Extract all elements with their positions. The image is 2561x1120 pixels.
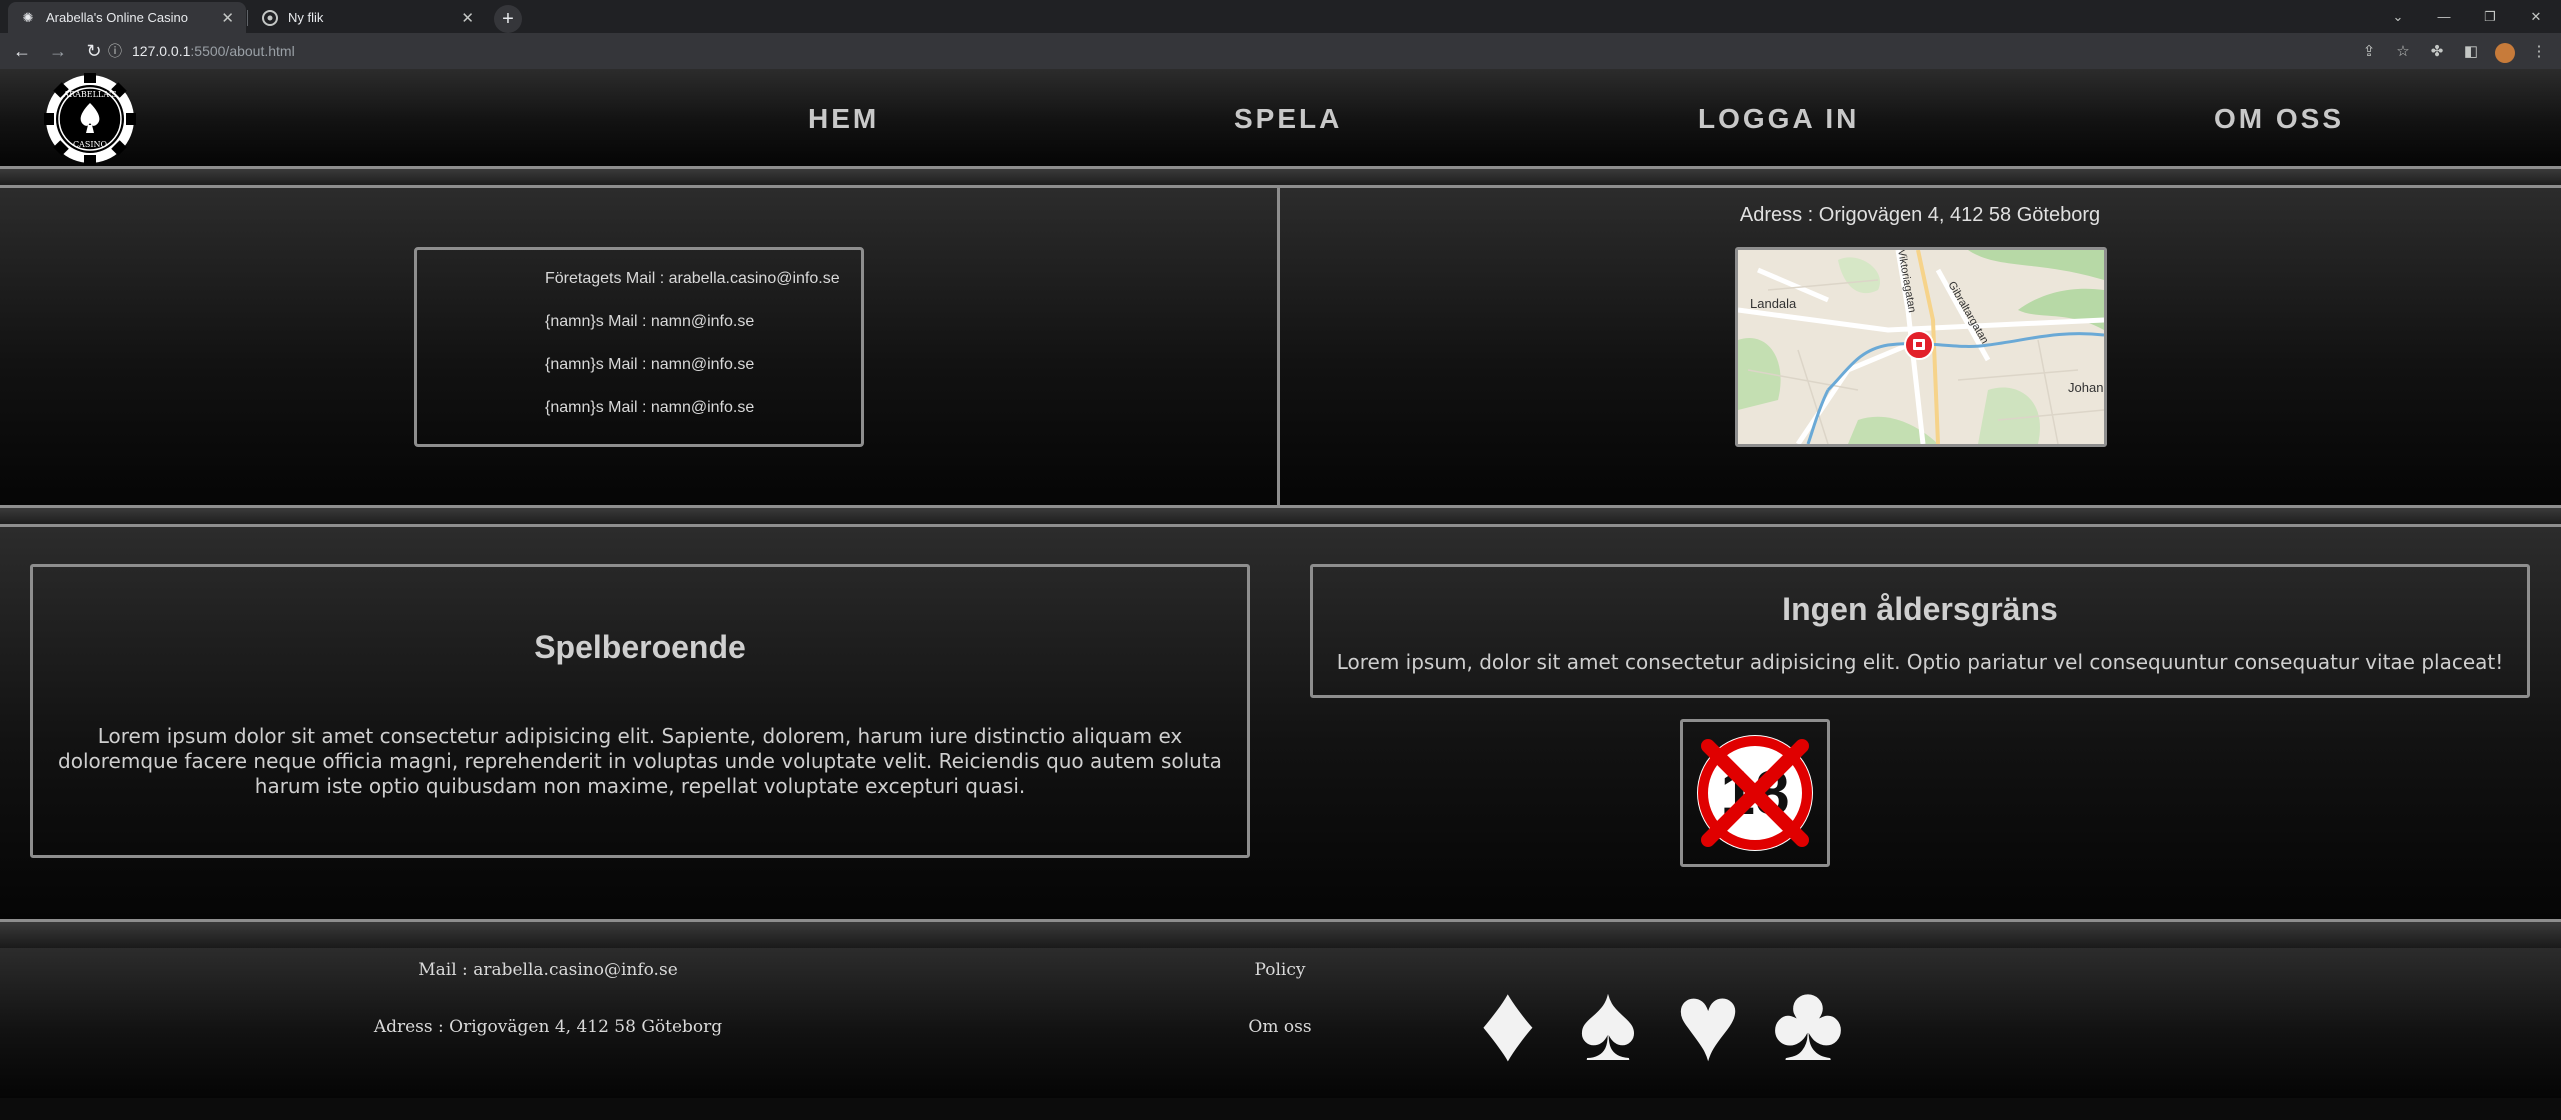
profile-avatar[interactable] [2491,37,2519,65]
site-footer: Mail : arabella.casino@info.se Adress : … [0,948,2561,1098]
site-header: ARABELLA'S CASINO HEM SPELA LOGGA IN OM … [0,69,2561,169]
close-tab-icon[interactable]: ✕ [221,9,234,27]
bookmark-star-icon[interactable]: ☆ [2389,37,2417,65]
browser-tabstrip: ✺ Arabella's Online Casino ✕ Ny flik ✕ +… [0,0,2561,33]
staff-mail: {namn}s Mail : namn@info.se [545,399,755,416]
toolbar-actions: ⇪ ☆ ✤ ◧ ⋮ [2355,37,2553,65]
addiction-text: Lorem ipsum dolor sit amet consectetur a… [58,724,1222,798]
contact-mails-column: Företagets Mail : arabella.casino@info.s… [0,188,1280,505]
address-bar[interactable]: ⓘ 127.0.0.1:5500/about.html [108,37,2381,65]
url-path: :5500/about.html [190,43,295,59]
minimize-icon[interactable]: — [2421,0,2467,33]
url-host: 127.0.0.1 [132,43,191,59]
address-heading: Adress : Origovägen 4, 412 58 Göteborg [1739,204,2101,226]
close-tab-icon[interactable]: ✕ [461,9,474,27]
menu-kebab-icon[interactable]: ⋮ [2525,37,2553,65]
nav-link-play[interactable]: SPELA [1234,103,1342,135]
nav-link-login[interactable]: LOGGA IN [1698,103,1859,135]
mail-list-box: Företagets Mail : arabella.casino@info.s… [414,247,864,447]
nav-link-about[interactable]: OM OSS [2214,103,2344,135]
side-panel-icon[interactable]: ◧ [2457,37,2485,65]
casino-favicon-icon: ✺ [22,9,34,25]
diamond-icon: ♦ [1479,961,1537,1084]
company-mail: Företagets Mail : arabella.casino@info.s… [545,270,840,287]
staff-mail: {namn}s Mail : namn@info.se [545,313,755,330]
age-limit-card: Ingen åldersgräns Lorem ipsum, dolor sit… [1310,564,2530,698]
forward-icon[interactable]: → [44,37,72,65]
browser-toolbar: ← → ↻ ⓘ 127.0.0.1:5500/about.html ⇪ ☆ ✤ … [0,33,2561,69]
tab-title: Ny flik [288,10,324,25]
browser-tab-inactive[interactable]: Ny flik ✕ [250,2,486,33]
footer-policy-link[interactable]: Policy [1255,960,1306,980]
info-section: Spelberoende Lorem ipsum dolor sit amet … [0,527,2561,922]
site-info-icon[interactable]: ⓘ [108,41,122,61]
main-nav: HEM SPELA LOGGA IN OM OSS [0,69,2561,169]
staff-mail: {namn}s Mail : namn@info.se [545,356,755,373]
location-map[interactable]: Landala Johan Gibraltargatan Viktoriagat… [1735,247,2107,447]
heart-icon: ♥ [1675,961,1741,1084]
tab-title: Arabella's Online Casino [46,10,188,25]
browser-tab-active[interactable]: ✺ Arabella's Online Casino ✕ [8,2,246,33]
share-icon[interactable]: ⇪ [2355,37,2383,65]
restore-icon[interactable]: ❐ [2467,0,2513,33]
map-label-johan: Johan [2068,380,2103,395]
footer-mail: Mail : arabella.casino@info.se [418,960,678,980]
new-tab-button[interactable]: + [494,5,522,33]
spade-icon: ♠ [1578,961,1638,1084]
extensions-icon[interactable]: ✤ [2423,37,2451,65]
back-icon[interactable]: ← [8,37,36,65]
age-limit-title: Ingen åldersgräns [1782,591,2058,627]
no-age-limit-badge: 18 [1680,719,1830,867]
footer-about-link[interactable]: Om oss [1248,1017,1311,1037]
section-divider [0,508,2561,527]
section-divider [0,169,2561,188]
footer-address: Adress : Origovägen 4, 412 58 Göteborg [373,1017,723,1037]
addiction-card: Spelberoende Lorem ipsum dolor sit amet … [30,564,1250,858]
crossed-18-icon: 18 [1697,735,1813,851]
chrome-favicon-icon [262,9,278,26]
age-limit-text: Lorem ipsum, dolor sit amet consectetur … [1336,650,2504,674]
card-suits: ♦ ♠ ♥ ♣ [1464,961,1852,1084]
contact-section: Företagets Mail : arabella.casino@info.s… [0,188,2561,508]
section-divider [0,922,2561,948]
tab-search-icon[interactable]: ⌄ [2375,0,2421,33]
map-label-landala: Landala [1750,296,1797,311]
tab-separator [247,10,248,26]
nav-link-home[interactable]: HEM [808,103,879,135]
contact-address-column: Adress : Origovägen 4, 412 58 Göteborg L… [1280,188,2560,505]
reload-icon[interactable]: ↻ [80,37,108,65]
casino-site: ARABELLA'S CASINO HEM SPELA LOGGA IN OM … [0,69,2561,1120]
addiction-title: Spelberoende [534,629,746,665]
club-icon: ♣ [1771,961,1845,1084]
close-window-icon[interactable]: ✕ [2513,0,2559,33]
